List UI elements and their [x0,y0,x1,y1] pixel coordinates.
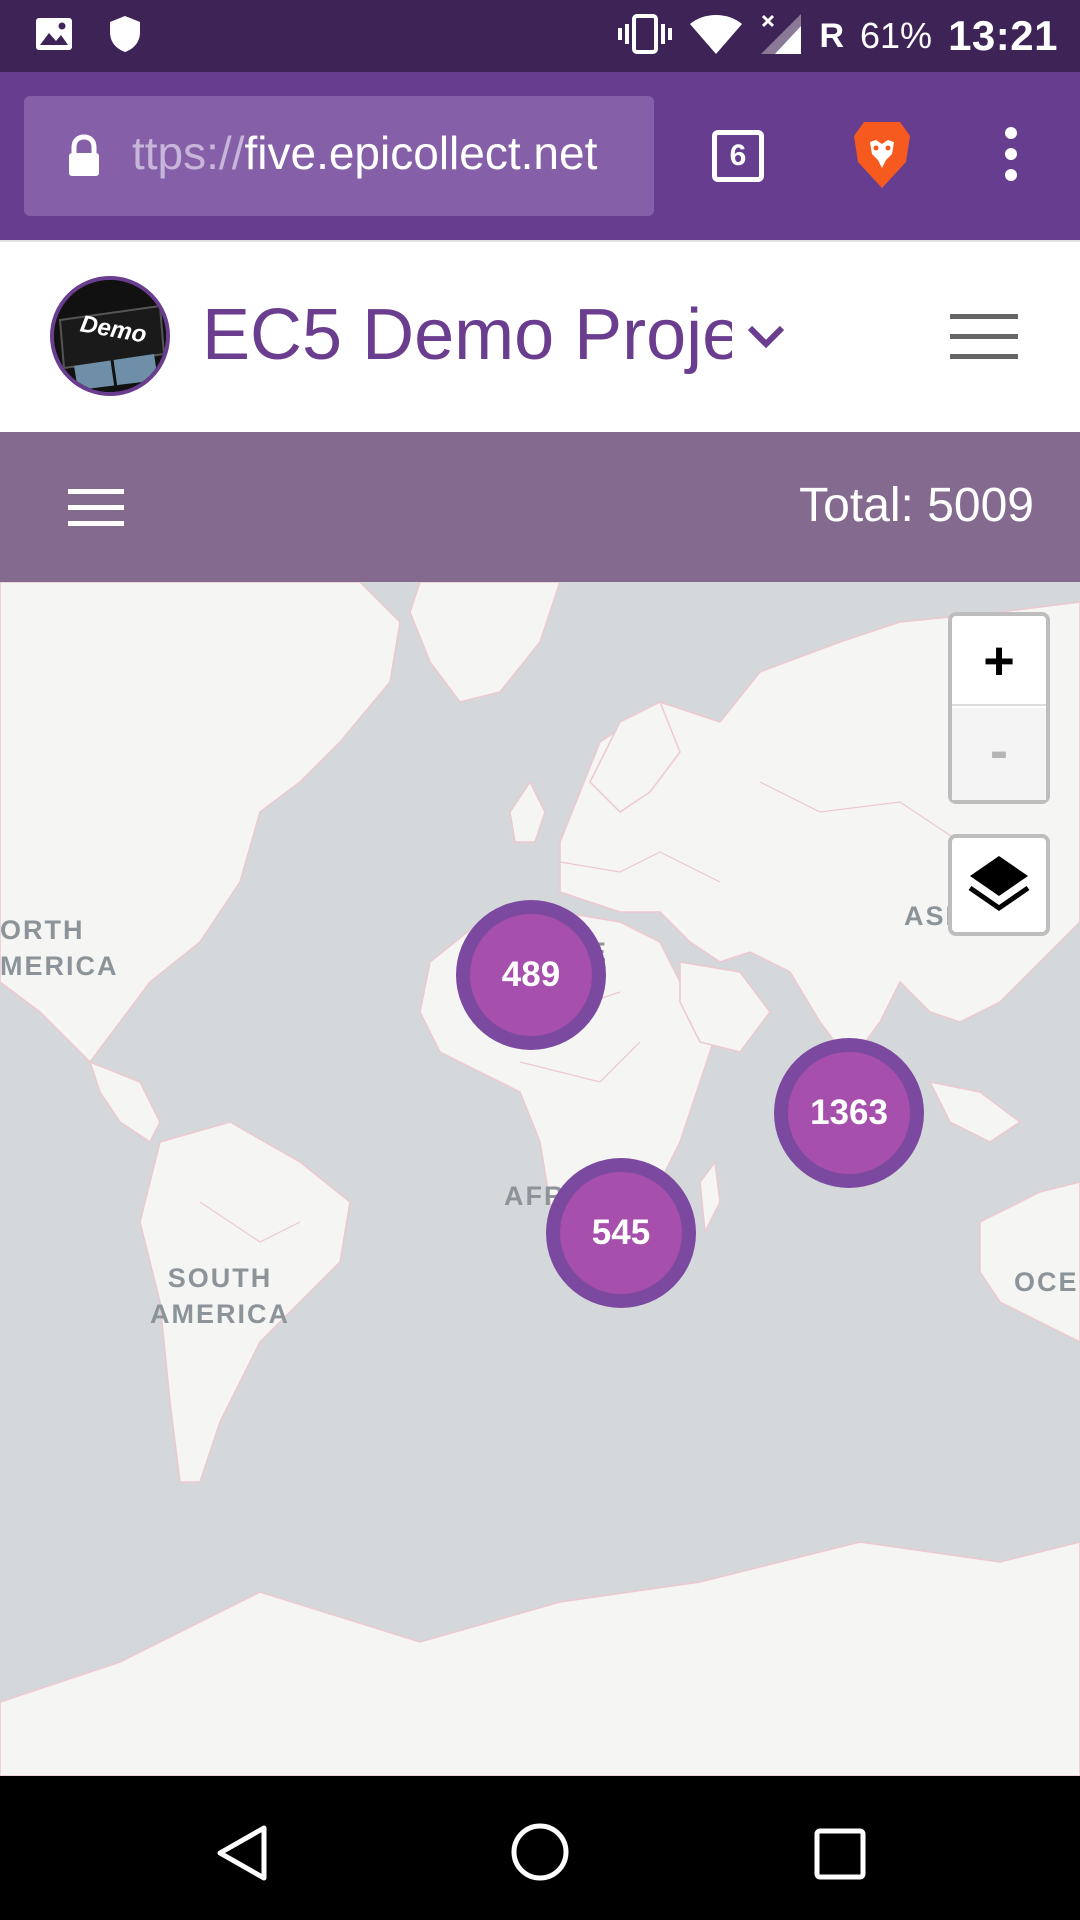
cluster-count: 1363 [788,1052,910,1174]
signal-icon [759,12,803,61]
browser-toolbar: ttps://five.epicollect.net 6 [0,72,1080,240]
cluster-marker[interactable]: 1363 [774,1038,924,1188]
zoom-out-button[interactable]: - [952,708,1046,800]
battery-percent: 61% [860,15,933,56]
layers-button[interactable] [948,834,1050,936]
url-host: five.epicollect.net [244,127,598,179]
tab-switcher-button[interactable]: 6 [712,130,764,182]
map-toolbar: Total: 5009 [0,432,1080,582]
map-label-line: AMERICA [150,1299,290,1329]
cluster-marker[interactable]: 545 [546,1158,696,1308]
screen: R 61% 13:21 ttps://five.epicollect.net 6 [0,0,1080,1920]
map-label-south-america: SOUTH AMERICA [150,1260,290,1332]
chevron-down-icon[interactable] [746,322,786,355]
total-count: Total: 5009 [799,479,1034,532]
status-bar: R 61% 13:21 [0,0,1080,72]
lock-icon [66,134,102,183]
map-label-oceania: OCE [1014,1267,1079,1297]
map-label-line: MERICA [0,951,119,981]
map-label-line: SOUTH [167,1263,273,1293]
shield-icon [108,14,142,59]
vibrate-icon [617,12,673,61]
image-icon [34,14,74,59]
more-vert-icon[interactable] [1000,124,1022,189]
url-text[interactable]: ttps://five.epicollect.net [132,126,642,180]
map-label-line: ORTH [0,915,85,945]
brave-icon[interactable] [852,120,912,195]
zoom-control: + - [948,612,1050,804]
url-scheme: ttps:// [132,127,245,179]
app-header: Demo EC5 Demo Project [0,240,1080,432]
project-title[interactable]: EC5 Demo Project [202,294,732,376]
filter-menu-icon[interactable] [68,488,124,533]
project-avatar[interactable]: Demo [50,276,170,396]
cluster-count: 545 [560,1172,682,1294]
map-view[interactable]: ORTH MERICA SOUTH AMERICA AFR E ASI OCE … [0,582,1080,1776]
clock: 13:21 [948,12,1058,59]
system-nav-bar [0,1776,1080,1920]
zoom-in-button[interactable]: + [952,616,1046,706]
wifi-icon [689,12,743,61]
map-label-north-america: ORTH MERICA [0,912,119,984]
cluster-marker[interactable]: 489 [456,900,606,1050]
cluster-count: 489 [470,914,592,1036]
hamburger-menu-icon[interactable] [950,312,1018,367]
url-bar[interactable]: ttps://five.epicollect.net [24,96,654,216]
network-type: R [819,16,845,55]
